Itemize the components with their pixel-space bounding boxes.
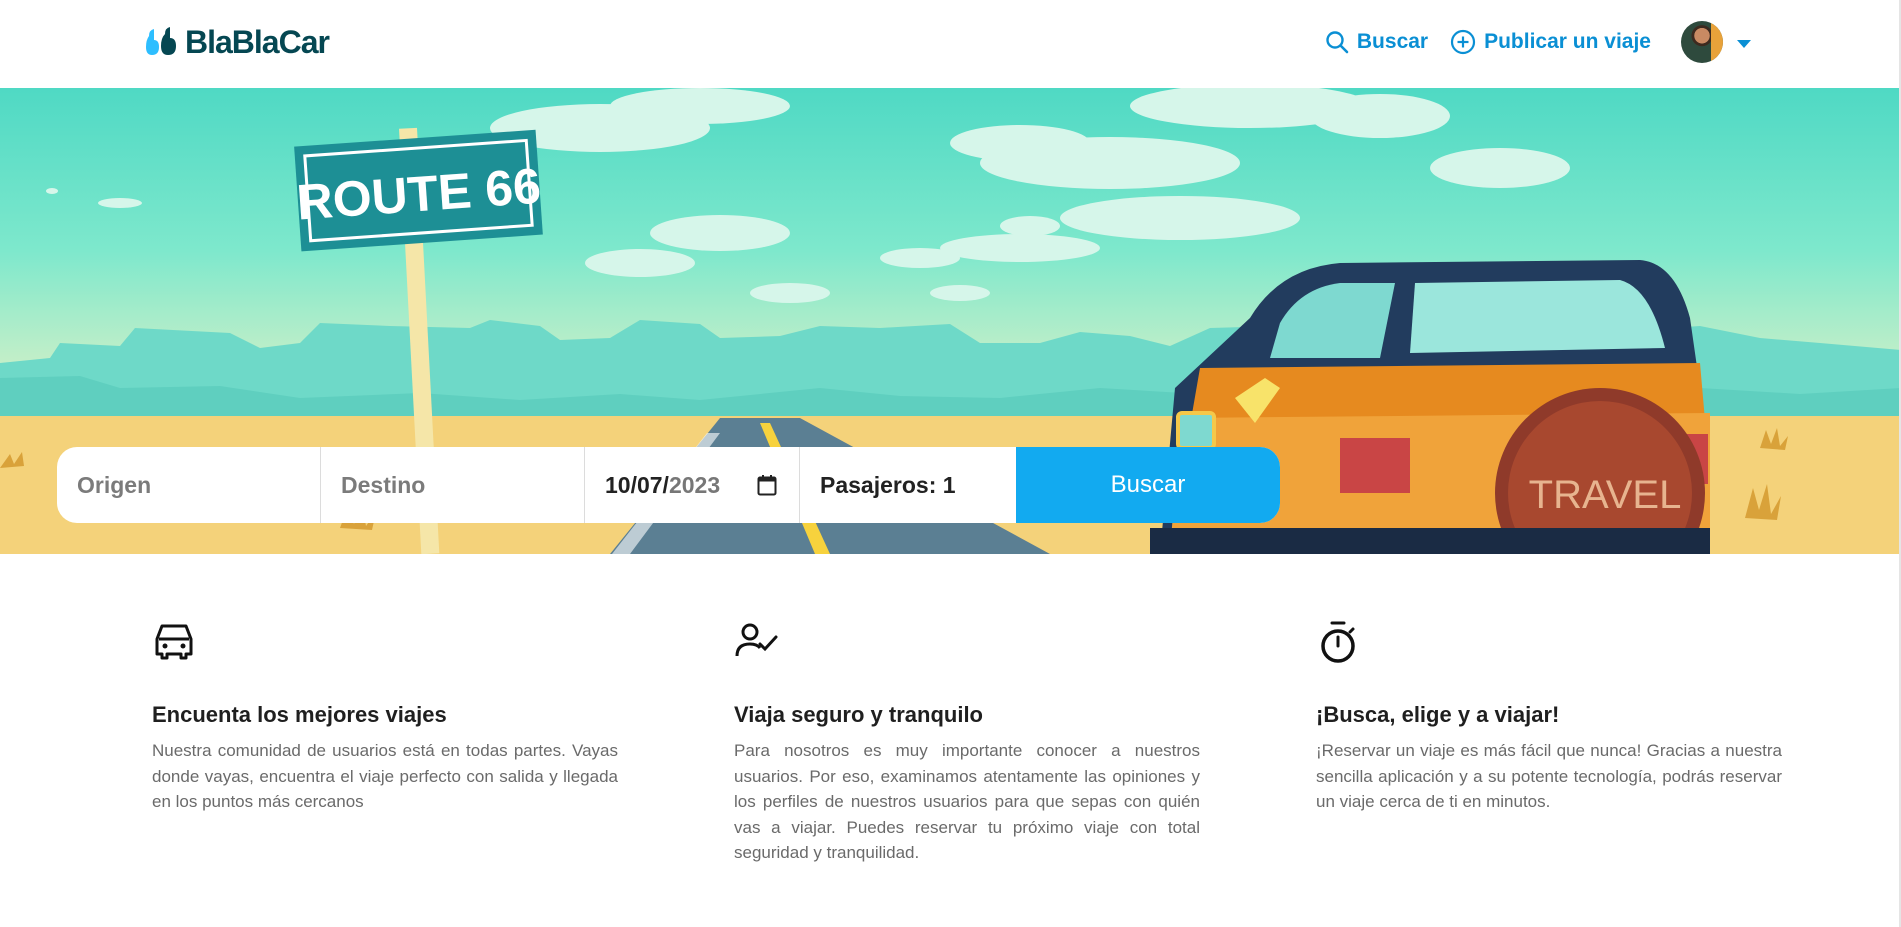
- feature-safe-travel: Viaja seguro y tranquilo Para nosotros e…: [734, 620, 1200, 866]
- nav-search-label: Buscar: [1356, 30, 1429, 53]
- chevron-down-icon[interactable]: [1737, 40, 1751, 48]
- calendar-icon[interactable]: [757, 474, 777, 496]
- nav-publish-label: Publicar un viaje: [1484, 30, 1651, 53]
- feature-description: Nuestra comunidad de usuarios está en to…: [152, 741, 618, 811]
- main-nav: Buscar Publicar un viaje: [1303, 21, 1751, 63]
- blablacar-logo[interactable]: BlaBlaCar: [145, 23, 330, 60]
- plus-circle-icon: [1450, 29, 1476, 55]
- search-button[interactable]: Buscar: [1016, 447, 1280, 523]
- stopwatch-icon: [1321, 621, 1355, 663]
- feature-title: Encuenta los mejores viajes: [152, 702, 447, 727]
- feature-search-choose-travel: ¡Busca, elige y a viajar! ¡Reservar un v…: [1316, 620, 1782, 815]
- blablacar-logo-icon: [146, 27, 176, 55]
- tire-cover-text: TRAVEL: [1529, 473, 1682, 517]
- feature-best-trips: Encuenta los mejores viajes Nuestra comu…: [152, 620, 618, 815]
- nav-search-link[interactable]: Buscar: [1325, 30, 1428, 54]
- user-check-icon: [735, 623, 778, 657]
- date-year: 2023: [668, 471, 721, 498]
- top-header: BlaBlaCar Buscar Publicar un viaje: [0, 0, 1901, 88]
- trip-search-bar: Origen Destino 10/07/2023 Pasajeros: 1 B…: [57, 447, 1280, 523]
- feature-title: ¡Busca, elige y a viajar!: [1316, 702, 1560, 727]
- feature-title: Viaja seguro y tranquilo: [734, 702, 983, 727]
- brand-name: BlaBlaCar: [185, 23, 330, 60]
- origin-placeholder: Origen: [77, 471, 152, 498]
- destination-placeholder: Destino: [341, 471, 426, 498]
- origin-input[interactable]: Origen: [57, 447, 321, 523]
- passengers-select[interactable]: Pasajeros: 1: [800, 447, 1016, 523]
- user-avatar[interactable]: [1681, 21, 1723, 63]
- passengers-label: Pasajeros: 1: [820, 471, 956, 498]
- feature-description: Para nosotros es muy importante conocer …: [734, 741, 1200, 862]
- date-input[interactable]: 10/07/2023: [585, 447, 800, 523]
- search-icon: [1326, 31, 1349, 54]
- feature-description: ¡Reservar un viaje es más fácil que nunc…: [1316, 741, 1782, 811]
- car-icon: [155, 624, 193, 660]
- destination-input[interactable]: Destino: [321, 447, 585, 523]
- nav-publish-link[interactable]: Publicar un viaje: [1450, 29, 1651, 55]
- date-value: 10/07/2023: [605, 472, 720, 499]
- date-day-month: 10/07/: [605, 471, 669, 498]
